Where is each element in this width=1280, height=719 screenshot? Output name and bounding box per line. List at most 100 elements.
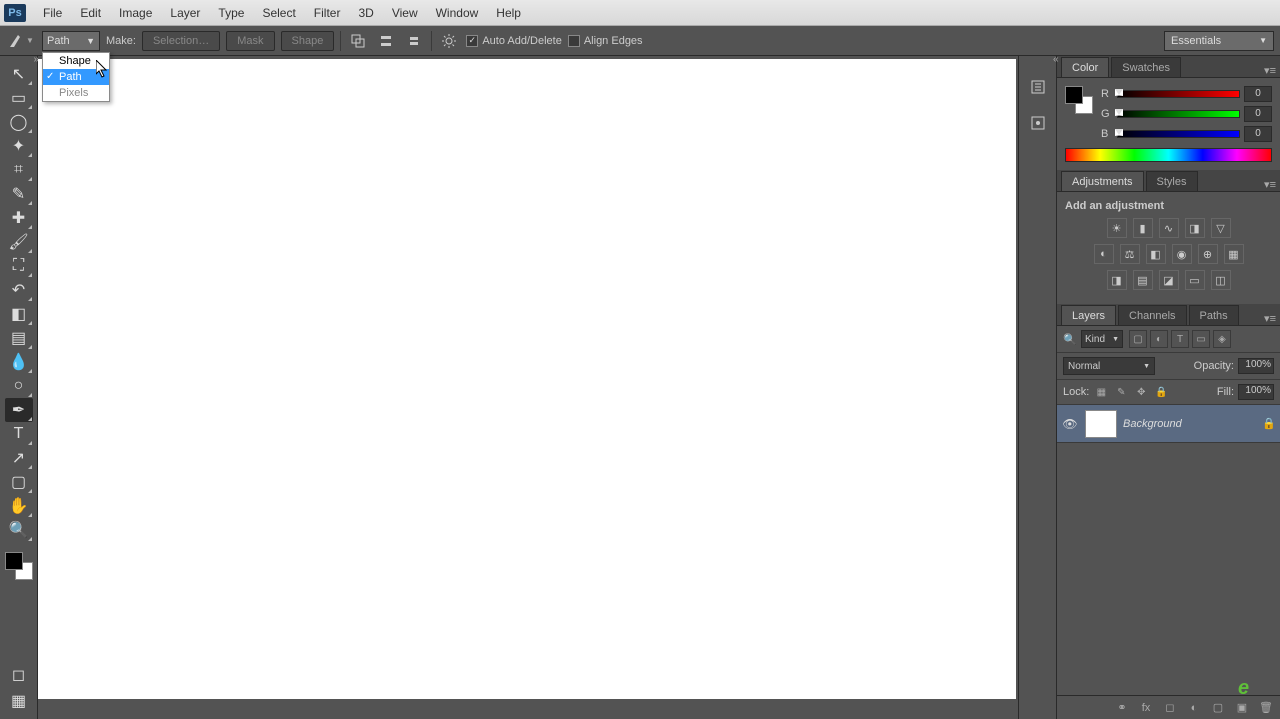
menu-type[interactable]: Type: [209, 2, 253, 24]
color-spectrum[interactable]: [1065, 148, 1272, 162]
panel-menu-icon[interactable]: ▾≡: [1260, 178, 1280, 191]
visibility-eye-icon[interactable]: 👁: [1061, 415, 1079, 433]
blue-slider[interactable]: B0: [1101, 126, 1272, 142]
panel-menu-icon[interactable]: ▾≡: [1260, 312, 1280, 325]
layer-kind-dropdown[interactable]: Kind▼: [1081, 330, 1123, 348]
tab-color[interactable]: Color: [1061, 57, 1109, 77]
path-alignment-icon[interactable]: [375, 31, 397, 51]
red-slider[interactable]: R0: [1101, 86, 1272, 102]
eraser-tool[interactable]: ◧: [5, 302, 33, 326]
history-brush-tool[interactable]: ↶: [5, 278, 33, 302]
green-slider[interactable]: G0: [1101, 106, 1272, 122]
posterize-icon[interactable]: ▤: [1133, 270, 1153, 290]
pen-tool[interactable]: ✒: [5, 398, 33, 422]
threshold-icon[interactable]: ◪: [1159, 270, 1179, 290]
lock-all-icon[interactable]: 🔒: [1153, 384, 1169, 400]
levels-icon[interactable]: ▮: [1133, 218, 1153, 238]
menu-help[interactable]: Help: [487, 2, 530, 24]
brightness-contrast-icon[interactable]: ☀: [1107, 218, 1127, 238]
search-icon[interactable]: 🔍: [1063, 332, 1077, 346]
move-tool[interactable]: ↖: [5, 62, 33, 86]
lock-position-icon[interactable]: ✥: [1133, 384, 1149, 400]
eyedropper-tool[interactable]: ✎: [5, 182, 33, 206]
invert-icon[interactable]: ◨: [1107, 270, 1127, 290]
lasso-tool[interactable]: ◯: [5, 110, 33, 134]
new-group-icon[interactable]: ▢: [1210, 700, 1226, 716]
document-canvas[interactable]: [38, 59, 1016, 699]
lock-pixels-icon[interactable]: ✎: [1113, 384, 1129, 400]
black-white-icon[interactable]: ◧: [1146, 244, 1166, 264]
lock-transparency-icon[interactable]: ▦: [1093, 384, 1109, 400]
tab-swatches[interactable]: Swatches: [1111, 57, 1181, 77]
mode-option-path[interactable]: ✓Path: [43, 69, 109, 85]
layer-mask-icon[interactable]: ◻: [1162, 700, 1178, 716]
foreground-background-swatch[interactable]: [5, 552, 33, 580]
align-edges-checkbox[interactable]: Align Edges: [568, 35, 643, 47]
make-selection-button[interactable]: Selection…: [142, 31, 220, 51]
mode-option-pixels[interactable]: Pixels: [43, 85, 109, 101]
path-operations-icon[interactable]: [347, 31, 369, 51]
tool-mode-dropdown[interactable]: Path ▼ Shape ✓Path Pixels: [42, 31, 100, 51]
gear-icon[interactable]: [438, 31, 460, 51]
menu-filter[interactable]: Filter: [305, 2, 350, 24]
tab-adjustments[interactable]: Adjustments: [1061, 171, 1144, 191]
history-panel-icon[interactable]: [1027, 76, 1049, 98]
tab-styles[interactable]: Styles: [1146, 171, 1198, 191]
link-layers-icon[interactable]: ⚭: [1114, 700, 1130, 716]
tab-channels[interactable]: Channels: [1118, 305, 1186, 325]
zoom-tool[interactable]: 🔍: [5, 518, 33, 542]
menu-3d[interactable]: 3D: [349, 2, 382, 24]
tab-paths[interactable]: Paths: [1189, 305, 1239, 325]
vibrance-icon[interactable]: ▽: [1211, 218, 1231, 238]
blur-tool[interactable]: 💧: [5, 350, 33, 374]
hand-tool[interactable]: ✋: [5, 494, 33, 518]
mode-option-shape[interactable]: Shape: [43, 53, 109, 69]
color-preview-swatch[interactable]: [1065, 86, 1093, 114]
new-layer-icon[interactable]: ▣: [1234, 700, 1250, 716]
filter-type-icon[interactable]: T: [1171, 330, 1189, 348]
delete-layer-icon[interactable]: 🗑: [1258, 700, 1274, 716]
auto-add-delete-checkbox[interactable]: Auto Add/Delete: [466, 35, 562, 47]
new-adjustment-layer-icon[interactable]: ◐: [1186, 700, 1202, 716]
menu-edit[interactable]: Edit: [71, 2, 110, 24]
menu-image[interactable]: Image: [110, 2, 161, 24]
quick-mask-icon[interactable]: ◻: [5, 663, 33, 687]
make-shape-button[interactable]: Shape: [281, 31, 335, 51]
color-lookup-icon[interactable]: ▦: [1224, 244, 1244, 264]
current-tool-icon[interactable]: ▼: [6, 30, 36, 52]
selective-color-icon[interactable]: ◫: [1211, 270, 1231, 290]
magic-wand-tool[interactable]: ✦: [5, 134, 33, 158]
workspace-dropdown[interactable]: Essentials ▼: [1164, 31, 1274, 51]
canvas-area[interactable]: [38, 56, 1018, 719]
rectangle-tool[interactable]: ▢: [5, 470, 33, 494]
channel-mixer-icon[interactable]: ⊕: [1198, 244, 1218, 264]
path-selection-tool[interactable]: ↗: [5, 446, 33, 470]
blend-mode-dropdown[interactable]: Normal▼: [1063, 357, 1155, 375]
filter-smart-icon[interactable]: ◈: [1213, 330, 1231, 348]
type-tool[interactable]: T: [5, 422, 33, 446]
marquee-tool[interactable]: ▭: [5, 86, 33, 110]
hue-saturation-icon[interactable]: ◐: [1094, 244, 1114, 264]
dodge-tool[interactable]: ○: [5, 374, 33, 398]
menu-view[interactable]: View: [383, 2, 427, 24]
make-mask-button[interactable]: Mask: [226, 31, 274, 51]
brush-tool[interactable]: 🖌: [5, 230, 33, 254]
filter-adjustment-icon[interactable]: ◐: [1150, 330, 1168, 348]
filter-shape-icon[interactable]: ▭: [1192, 330, 1210, 348]
layer-name[interactable]: Background: [1123, 418, 1256, 430]
exposure-icon[interactable]: ◨: [1185, 218, 1205, 238]
filter-pixel-icon[interactable]: ▢: [1129, 330, 1147, 348]
menu-layer[interactable]: Layer: [161, 2, 209, 24]
menu-window[interactable]: Window: [427, 2, 488, 24]
opacity-input[interactable]: 100%: [1238, 358, 1274, 374]
menu-file[interactable]: File: [34, 2, 71, 24]
color-balance-icon[interactable]: ⚖: [1120, 244, 1140, 264]
properties-panel-icon[interactable]: [1027, 112, 1049, 134]
photo-filter-icon[interactable]: ◉: [1172, 244, 1192, 264]
path-arrangement-icon[interactable]: [403, 31, 425, 51]
tab-layers[interactable]: Layers: [1061, 305, 1116, 325]
menu-select[interactable]: Select: [253, 2, 304, 24]
panel-menu-icon[interactable]: ▾≡: [1260, 64, 1280, 77]
layer-style-icon[interactable]: fx: [1138, 700, 1154, 716]
collapse-panels-icon[interactable]: «: [1053, 54, 1059, 65]
